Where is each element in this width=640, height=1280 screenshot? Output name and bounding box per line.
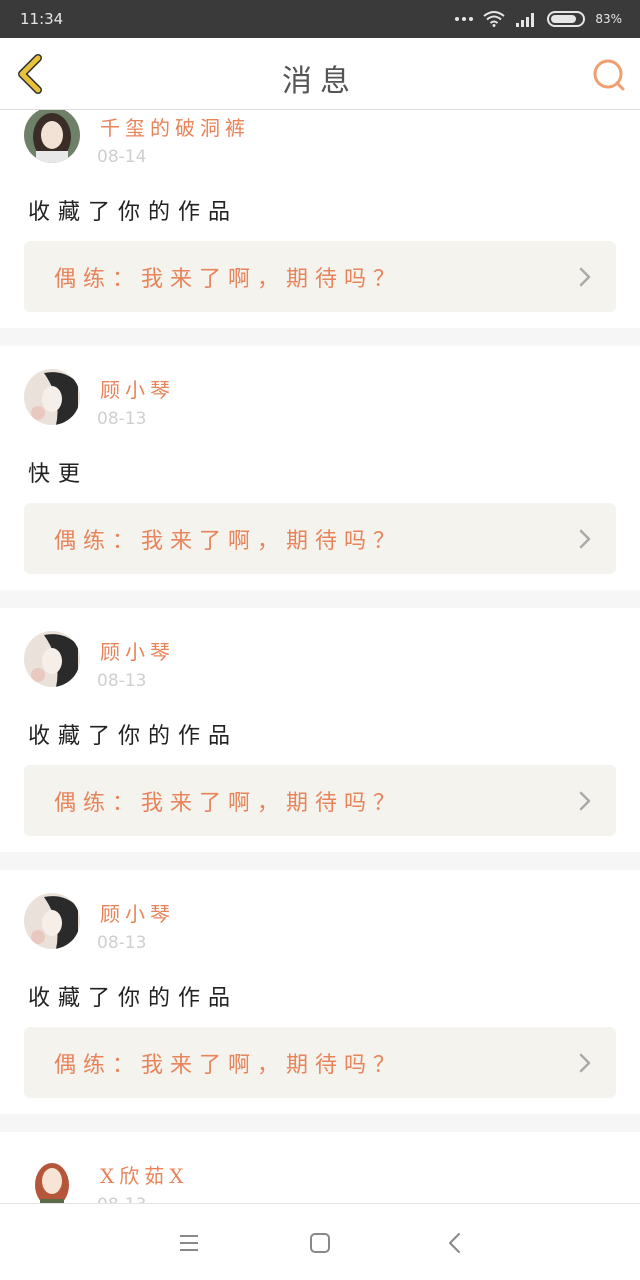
divider: [0, 590, 640, 608]
timestamp: 08-13: [97, 409, 147, 429]
status-time: 11:34: [20, 10, 64, 28]
message-content: 快更: [28, 462, 89, 487]
referenced-work-card[interactable]: 偶练：我来了啊，期待吗？: [24, 1027, 616, 1098]
referenced-work-card[interactable]: 偶练：我来了啊，期待吗？: [24, 765, 616, 836]
back-icon[interactable]: [442, 1230, 468, 1256]
referenced-work-card[interactable]: 偶练：我来了啊，期待吗？: [24, 241, 616, 312]
message-item: 顾小琴 08-13 快更 偶练：我来了啊，期待吗？: [0, 346, 640, 590]
page-title: 消息: [282, 64, 358, 99]
divider: [0, 1114, 640, 1132]
wifi-icon: [483, 11, 505, 27]
chevron-right-icon: [579, 791, 591, 811]
signal-icon: [516, 13, 535, 27]
menu-icon[interactable]: [176, 1230, 202, 1256]
message-item: 千玺的破洞裤 08-14 收藏了你的作品 偶练：我来了啊，期待吗？: [0, 110, 640, 328]
username[interactable]: 顾小琴: [100, 636, 175, 665]
timestamp: 08-13: [97, 1195, 146, 1203]
timestamp: 08-14: [97, 147, 147, 167]
timestamp: 08-13: [97, 671, 147, 691]
username[interactable]: X欣茹X: [100, 1160, 188, 1189]
message-content: 收藏了你的作品: [28, 200, 239, 225]
home-icon[interactable]: [307, 1230, 333, 1256]
battery-percent: 83%: [595, 12, 622, 26]
search-icon[interactable]: [592, 58, 626, 92]
username[interactable]: 顾小琴: [100, 374, 175, 403]
header: 消息: [0, 38, 640, 110]
status-bar: 11:34 83%: [0, 0, 640, 38]
avatar[interactable]: [24, 110, 80, 163]
referenced-work-card[interactable]: 偶练：我来了啊，期待吗？: [24, 503, 616, 574]
status-icons: 83%: [455, 9, 622, 29]
battery-icon: [547, 11, 586, 27]
referenced-work-title: 偶练：我来了啊，期待吗？: [54, 791, 403, 816]
username[interactable]: 千玺的破洞裤: [100, 112, 250, 141]
divider: [0, 328, 640, 346]
timestamp: 08-13: [97, 933, 147, 953]
system-navigation-bar: [0, 1203, 640, 1280]
chevron-right-icon: [579, 529, 591, 549]
chevron-right-icon: [579, 267, 591, 287]
referenced-work-title: 偶练：我来了啊，期待吗？: [54, 1053, 403, 1078]
username[interactable]: 顾小琴: [100, 898, 175, 927]
avatar[interactable]: [24, 1155, 80, 1203]
message-item: 顾小琴 08-13 收藏了你的作品 偶练：我来了啊，期待吗？: [0, 870, 640, 1114]
referenced-work-title: 偶练：我来了啊，期待吗？: [54, 267, 403, 292]
avatar[interactable]: [24, 893, 80, 949]
avatar[interactable]: [24, 369, 80, 425]
message-content: 收藏了你的作品: [28, 986, 239, 1011]
divider: [0, 852, 640, 870]
message-item: X欣茹X 08-13: [0, 1132, 640, 1203]
message-list[interactable]: 千玺的破洞裤 08-14 收藏了你的作品 偶练：我来了啊，期待吗？ 顾小琴 08…: [0, 110, 640, 1203]
message-item: 顾小琴 08-13 收藏了你的作品 偶练：我来了啊，期待吗？: [0, 608, 640, 852]
more-dots-icon: [455, 17, 474, 21]
message-content: 收藏了你的作品: [28, 724, 239, 749]
chevron-right-icon: [579, 1053, 591, 1073]
avatar[interactable]: [24, 631, 80, 687]
referenced-work-title: 偶练：我来了啊，期待吗？: [54, 529, 403, 554]
